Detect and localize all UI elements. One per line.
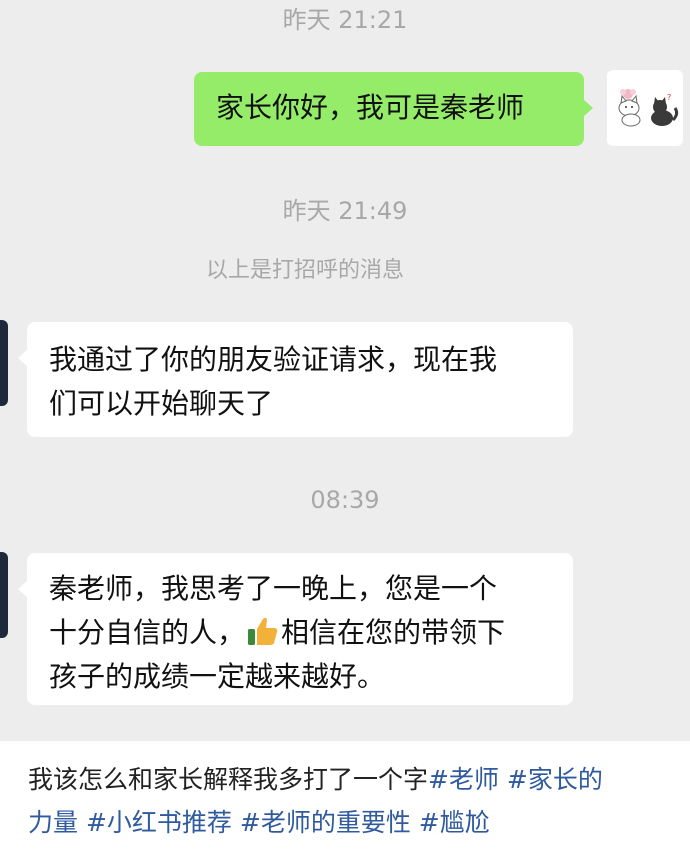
timestamp: 昨天 21:21: [282, 6, 408, 34]
message-segment: 相信在您的带领下: [281, 616, 506, 649]
hashtag-link[interactable]: #小红书推荐: [86, 808, 232, 837]
hashtag-link[interactable]: #家长的: [507, 765, 603, 794]
message-line: 孩子的成绩一定越来越好。: [49, 660, 386, 693]
incoming-message-bubble[interactable]: 秦老师，我思考了一晚上，您是一个 十分自信的人， 相信在您的带领下 孩子的成绩一定…: [18, 553, 573, 705]
message-line: 们可以开始聊天了: [49, 387, 274, 420]
thumbs-up-icon: [248, 617, 278, 645]
hashtag-link[interactable]: #老师的重要性: [240, 808, 411, 837]
hashtag-link-cont[interactable]: 力量: [28, 808, 78, 837]
message-segment: 十分自信的人，: [49, 616, 246, 649]
caption-line: 力量 #小红书推荐 #老师的重要性 #尴尬: [28, 801, 668, 844]
cat-sticker-icon: ?: [618, 89, 679, 127]
outgoing-message-text: 家长你好，我可是秦老师: [216, 91, 525, 124]
message-line: 十分自信的人， 相信在您的带领下: [49, 611, 551, 655]
timestamp: 08:39: [310, 486, 380, 514]
contact-avatar[interactable]: [0, 320, 8, 406]
message-line: 秦老师，我思考了一晚上，您是一个: [49, 572, 498, 605]
post-caption: 我该怎么和家长解释我多打了一个字#老师 #家长的 力量 #小红书推荐 #老师的重…: [28, 758, 668, 844]
timestamp: 昨天 21:49: [282, 197, 408, 225]
outgoing-message-bubble[interactable]: 家长你好，我可是秦老师: [194, 72, 593, 146]
incoming-message-bubble[interactable]: 我通过了你的朋友验证请求，现在我 们可以开始聊天了: [18, 322, 573, 437]
caption-text: 我该怎么和家长解释我多打了一个字: [28, 765, 429, 794]
system-note: 以上是打招呼的消息: [205, 258, 404, 283]
user-avatar[interactable]: ?: [607, 70, 683, 146]
message-line: 我通过了你的朋友验证请求，现在我: [49, 343, 498, 376]
caption-line: 我该怎么和家长解释我多打了一个字#老师 #家长的: [28, 758, 668, 801]
hashtag-link[interactable]: #老师: [428, 765, 499, 794]
contact-avatar[interactable]: [0, 552, 8, 638]
svg-text:?: ?: [667, 93, 671, 102]
chat-area[interactable]: 昨天 21:21 家长你好，我可是秦老师 ? 昨天 21:49 以上是打招呼的消…: [0, 0, 690, 741]
hashtag-link[interactable]: #尴尬: [419, 808, 490, 837]
